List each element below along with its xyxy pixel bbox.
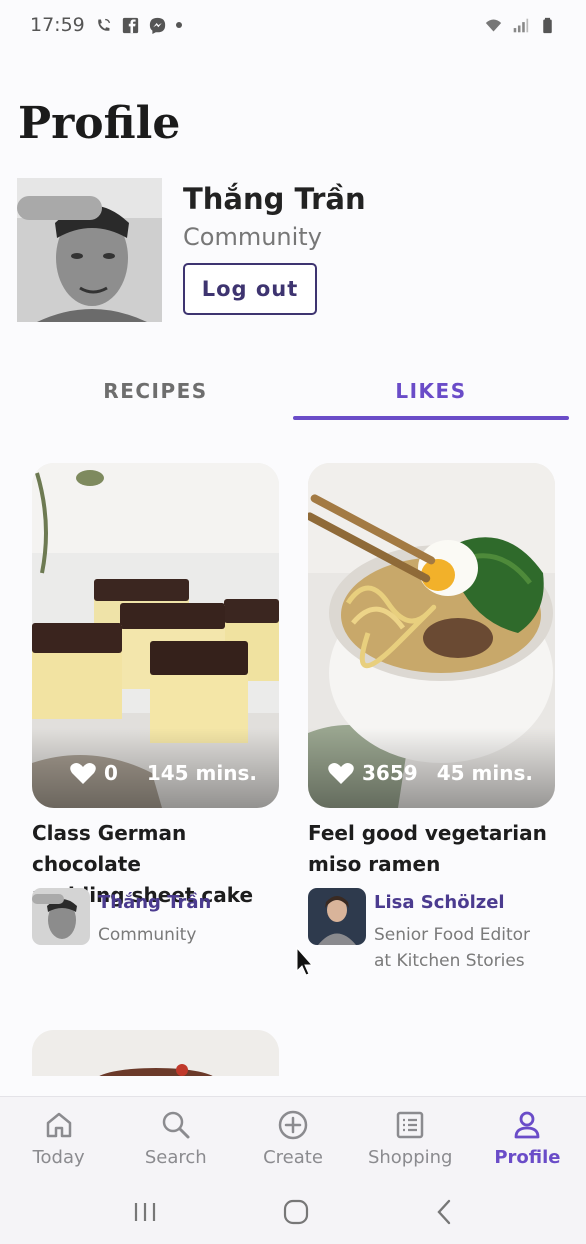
- nav-label: Profile: [494, 1147, 561, 1168]
- heart-icon[interactable]: [70, 762, 96, 785]
- signal-icon: [513, 18, 529, 32]
- author-name[interactable]: Lisa Schölzel: [374, 892, 505, 913]
- page-title: Profile: [18, 98, 181, 149]
- mouse-cursor-icon: [296, 947, 314, 976]
- nav-search[interactable]: Search: [117, 1097, 234, 1180]
- nav-label: Shopping: [367, 1147, 453, 1168]
- bottom-navigation: Today Search Create Shopping Profile: [0, 1096, 586, 1180]
- status-bar: 17:59: [0, 0, 586, 50]
- active-tab-indicator: [293, 416, 569, 420]
- notification-dot-icon: [175, 22, 182, 28]
- recipe-image[interactable]: [32, 463, 279, 808]
- profile-avatar[interactable]: [17, 178, 162, 322]
- nav-label: Today: [32, 1147, 85, 1168]
- status-time: 17:59: [30, 14, 85, 36]
- logout-button[interactable]: Log out: [183, 263, 317, 315]
- battery-icon: [543, 17, 552, 33]
- profile-name: Thắng Trần: [183, 182, 366, 216]
- nav-shopping[interactable]: Shopping: [352, 1097, 469, 1180]
- tab-recipes[interactable]: RECIPES: [18, 360, 293, 422]
- nav-label: Create: [263, 1147, 323, 1168]
- likes-count: 0: [104, 761, 118, 785]
- system-navigation-bar: [0, 1180, 586, 1244]
- recipe-title[interactable]: Feel good vegetarian miso ramen: [308, 818, 568, 880]
- tab-likes[interactable]: LIKES: [293, 360, 569, 422]
- nav-profile[interactable]: Profile: [469, 1097, 586, 1180]
- author-name[interactable]: Thắng Trần: [98, 892, 211, 913]
- profile-tabs: RECIPES LIKES: [0, 360, 586, 422]
- home-button-icon[interactable]: [283, 1199, 309, 1225]
- person-icon: [515, 1111, 540, 1139]
- nav-create[interactable]: Create: [234, 1097, 351, 1180]
- author-avatar[interactable]: [308, 888, 366, 945]
- author-role: Community: [98, 925, 197, 945]
- wifi-call-icon: [97, 18, 110, 31]
- cook-time: 145 mins.: [146, 761, 257, 785]
- likes-count: 3659: [362, 761, 418, 785]
- list-icon: [396, 1111, 424, 1139]
- wifi-icon: [485, 19, 502, 31]
- heart-icon[interactable]: [328, 762, 354, 785]
- profile-role: Community: [183, 223, 322, 251]
- home-icon: [46, 1112, 71, 1138]
- plus-circle-icon: [278, 1110, 308, 1140]
- nav-today[interactable]: Today: [0, 1097, 117, 1180]
- cook-time: 45 mins.: [436, 761, 533, 785]
- author-role: Senior Food Editor at Kitchen Stories: [374, 925, 531, 971]
- recipe-image[interactable]: [308, 463, 555, 808]
- recent-apps-icon[interactable]: [132, 1201, 158, 1223]
- messenger-icon: [149, 17, 165, 34]
- author-avatar[interactable]: [32, 888, 90, 945]
- facebook-icon: [122, 17, 138, 33]
- back-icon[interactable]: [434, 1199, 454, 1225]
- recipe-card-partial[interactable]: [32, 1030, 279, 1076]
- search-icon: [162, 1111, 190, 1139]
- nav-label: Search: [144, 1147, 207, 1168]
